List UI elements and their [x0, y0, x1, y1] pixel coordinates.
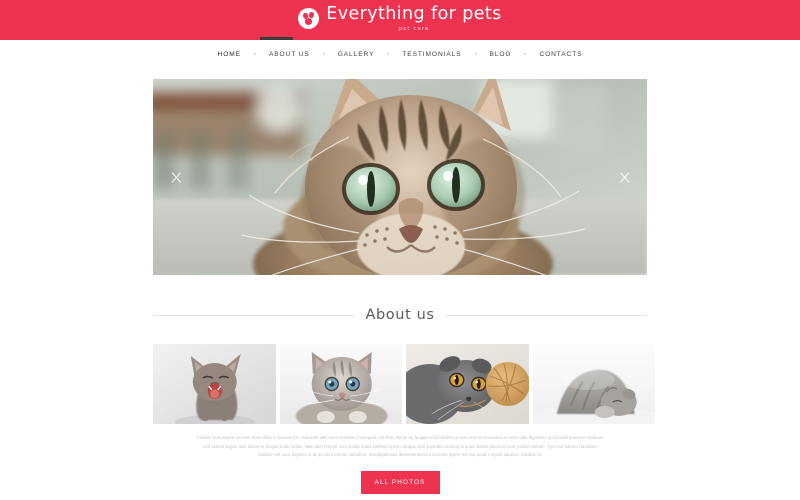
- brand-title: Everything for pets: [326, 4, 502, 25]
- main-navigation: HOME ABOUT US GALLERY TESTIMONIALS BLOG …: [0, 40, 800, 68]
- brand-tagline: pet care: [398, 25, 430, 32]
- nav-item-blog[interactable]: BLOG: [477, 51, 525, 58]
- active-nav-indicator: [260, 37, 293, 40]
- chevron-left-icon: [172, 166, 185, 188]
- nav-item-contacts[interactable]: CONTACTS: [526, 51, 595, 58]
- gallery-thumbnail-2[interactable]: [279, 344, 402, 425]
- heading-rule-right: [445, 314, 647, 316]
- all-photos-button[interactable]: ALL PHOTOS: [360, 470, 440, 494]
- gallery-thumbnail-1[interactable]: [153, 344, 276, 425]
- slider-prev-button[interactable]: [165, 159, 191, 195]
- about-section: About us Claritas Duis autem vel eum iri…: [153, 295, 655, 494]
- page-title: About us: [365, 307, 435, 324]
- brand-text: Everything for pets pet care: [326, 6, 501, 32]
- chevron-right-icon: [616, 166, 629, 188]
- slider-next-button[interactable]: [609, 159, 635, 195]
- nav-item-testimonials[interactable]: TESTIMONIALS: [389, 51, 474, 58]
- about-paragraph: Claritas Duis autem vel eum iriure dolor…: [196, 435, 604, 458]
- page-root: Everything for pets pet care HOME ABOUT …: [0, 0, 800, 500]
- nav-list: HOME ABOUT US GALLERY TESTIMONIALS BLOG …: [205, 51, 596, 58]
- gallery-thumbnail-3[interactable]: [406, 344, 529, 425]
- thumbnail-gallery: [153, 344, 655, 425]
- hero-image: [153, 79, 647, 275]
- nav-item-gallery[interactable]: GALLERY: [325, 51, 388, 58]
- cta-container: ALL PHOTOS: [153, 470, 647, 494]
- paw-circle-icon: [298, 8, 320, 30]
- site-header: Everything for pets pet care: [0, 0, 800, 40]
- section-heading: About us: [153, 295, 647, 335]
- gallery-thumbnail-4[interactable]: [532, 344, 655, 425]
- heading-rule-left: [153, 314, 355, 316]
- hero-slider: [153, 79, 647, 275]
- brand-logo[interactable]: Everything for pets pet care: [298, 6, 501, 32]
- nav-item-home[interactable]: HOME: [205, 51, 254, 58]
- nav-item-about-us[interactable]: ABOUT US: [256, 51, 323, 58]
